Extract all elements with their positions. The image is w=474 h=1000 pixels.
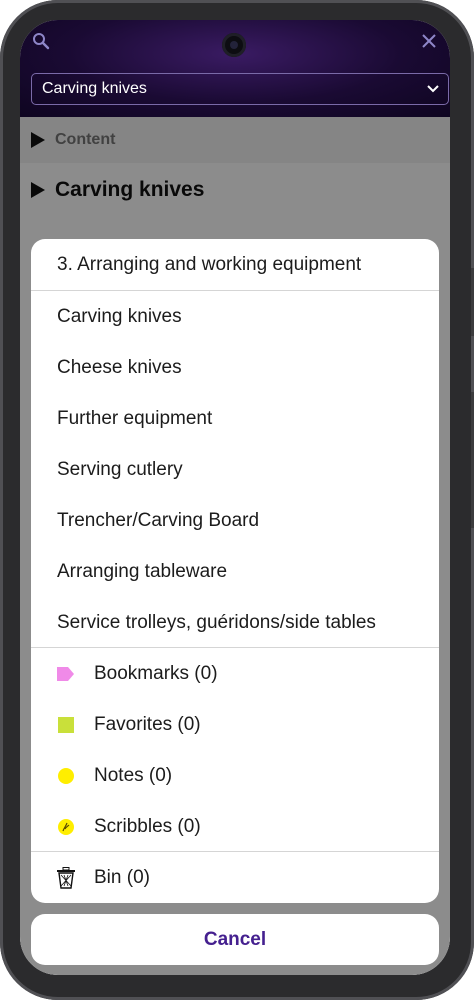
cancel-button[interactable]: Cancel xyxy=(31,914,439,965)
list-item[interactable]: Cheese knives xyxy=(31,342,439,393)
screen: Carving knives Content Carving knives 3.… xyxy=(20,20,450,975)
trash-bin-icon xyxy=(57,866,75,889)
notes-item[interactable]: Notes (0) xyxy=(31,750,439,801)
device-frame: Carving knives Content Carving knives 3.… xyxy=(0,0,474,1000)
chapter-selector-value: Carving knives xyxy=(42,80,147,97)
favorite-icon xyxy=(58,716,74,733)
list-item[interactable]: Trencher/Carving Board xyxy=(31,495,439,546)
chapter-selector[interactable]: Carving knives xyxy=(31,73,449,105)
bookmarks-item[interactable]: Bookmarks (0) xyxy=(31,648,439,699)
close-icon[interactable] xyxy=(420,32,438,50)
favorites-item[interactable]: Favorites (0) xyxy=(31,699,439,750)
list-item[interactable]: Carving knives xyxy=(31,291,439,342)
list-item[interactable]: Further equipment xyxy=(31,393,439,444)
bookmark-icon xyxy=(57,666,74,681)
list-item[interactable]: Arranging tableware xyxy=(31,546,439,597)
navigation-sheet: 3. Arranging and working equipment Carvi… xyxy=(31,239,439,903)
camera-cutout xyxy=(222,33,246,57)
list-item[interactable]: Serving cutlery xyxy=(31,444,439,495)
list-item[interactable]: Service trolleys, guéridons/side tables xyxy=(31,597,439,648)
bin-item[interactable]: Bin (0) xyxy=(31,852,439,903)
chevron-down-icon xyxy=(427,85,439,93)
scribbles-item[interactable]: Scribbles (0) xyxy=(31,801,439,852)
scribble-icon xyxy=(58,818,74,835)
sheet-section-title[interactable]: 3. Arranging and working equipment xyxy=(31,239,439,290)
search-icon[interactable] xyxy=(32,32,50,50)
app-header: Carving knives xyxy=(20,20,450,117)
note-icon xyxy=(58,767,74,784)
